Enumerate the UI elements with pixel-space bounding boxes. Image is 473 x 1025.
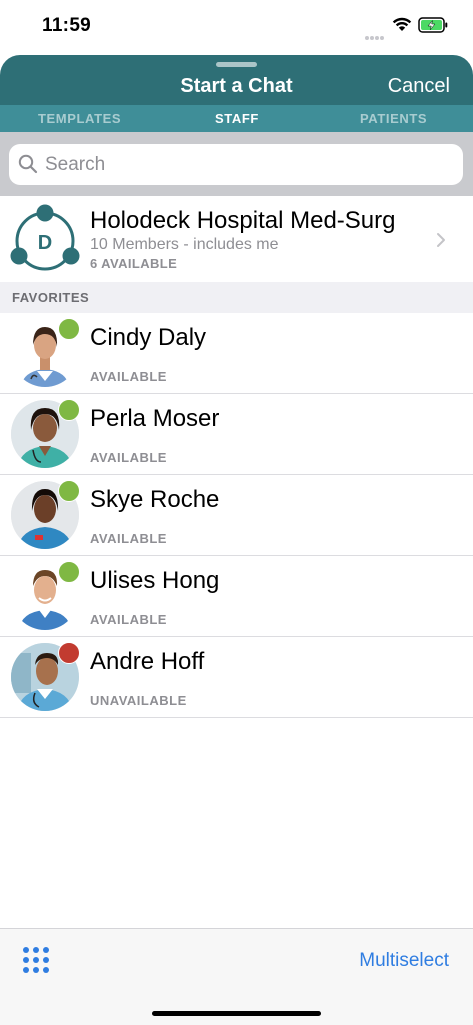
group-members: 10 Members - includes me (90, 236, 279, 253)
chevron-right-icon (437, 233, 445, 247)
sheet-grabber[interactable] (216, 62, 257, 67)
list-item[interactable]: Ulises Hong AVAILABLE (0, 556, 473, 637)
sheet-header: Start a Chat Cancel (0, 55, 473, 105)
staff-status: AVAILABLE (90, 450, 167, 465)
list-item[interactable]: Cindy Daly AVAILABLE (0, 313, 473, 394)
section-header-label: FAVORITES (12, 290, 90, 305)
section-header-favorites: FAVORITES (0, 282, 473, 313)
home-indicator (152, 1011, 321, 1016)
staff-name: Cindy Daly (90, 324, 207, 351)
multiselect-button[interactable]: Multiselect (359, 950, 449, 972)
tab-staff[interactable]: STAFF (215, 111, 259, 126)
cancel-button[interactable]: Cancel (388, 75, 450, 98)
staff-status: AVAILABLE (90, 531, 167, 546)
cellular-signal-icon (365, 27, 385, 40)
status-bar: 11:59 (0, 0, 473, 55)
battery-charging-icon (418, 17, 448, 33)
list-item[interactable]: Perla Moser AVAILABLE (0, 394, 473, 475)
staff-name: Andre Hoff (90, 648, 205, 675)
list-item[interactable]: Skye Roche AVAILABLE (0, 475, 473, 556)
status-dot (58, 480, 80, 502)
status-dot (58, 399, 80, 421)
bottom-toolbar: Multiselect (0, 928, 473, 1025)
staff-name: Perla Moser (90, 405, 220, 432)
group-row[interactable]: D Holodeck Hospital Med-Surg 10 Members … (0, 196, 473, 282)
status-dot (58, 561, 80, 583)
group-available-count: 6 AVAILABLE (90, 256, 178, 271)
staff-status: AVAILABLE (90, 612, 167, 627)
search-input[interactable] (43, 152, 447, 178)
favorites-list: Cindy Daly AVAILABLE Perla Moser AVAILAB… (0, 313, 473, 718)
staff-name: Skye Roche (90, 486, 220, 513)
wifi-icon (392, 17, 412, 31)
staff-status: AVAILABLE (90, 369, 167, 384)
status-dot (58, 318, 80, 340)
group-icon: D (10, 204, 80, 271)
list-item[interactable]: Andre Hoff UNAVAILABLE (0, 637, 473, 718)
group-initial: D (38, 232, 52, 254)
search-box[interactable] (9, 144, 463, 185)
tab-patients[interactable]: PATIENTS (360, 111, 427, 126)
dial-pad-icon[interactable] (23, 947, 49, 973)
staff-status: UNAVAILABLE (90, 693, 187, 708)
search-icon (18, 154, 38, 174)
tab-templates[interactable]: TEMPLATES (38, 111, 121, 126)
search-bar-container (0, 132, 473, 196)
segment-tabs: TEMPLATES STAFF PATIENTS (0, 105, 473, 132)
group-name: Holodeck Hospital Med-Surg (90, 207, 396, 234)
status-dot (58, 642, 80, 664)
staff-name: Ulises Hong (90, 567, 220, 594)
status-time: 11:59 (42, 15, 92, 36)
